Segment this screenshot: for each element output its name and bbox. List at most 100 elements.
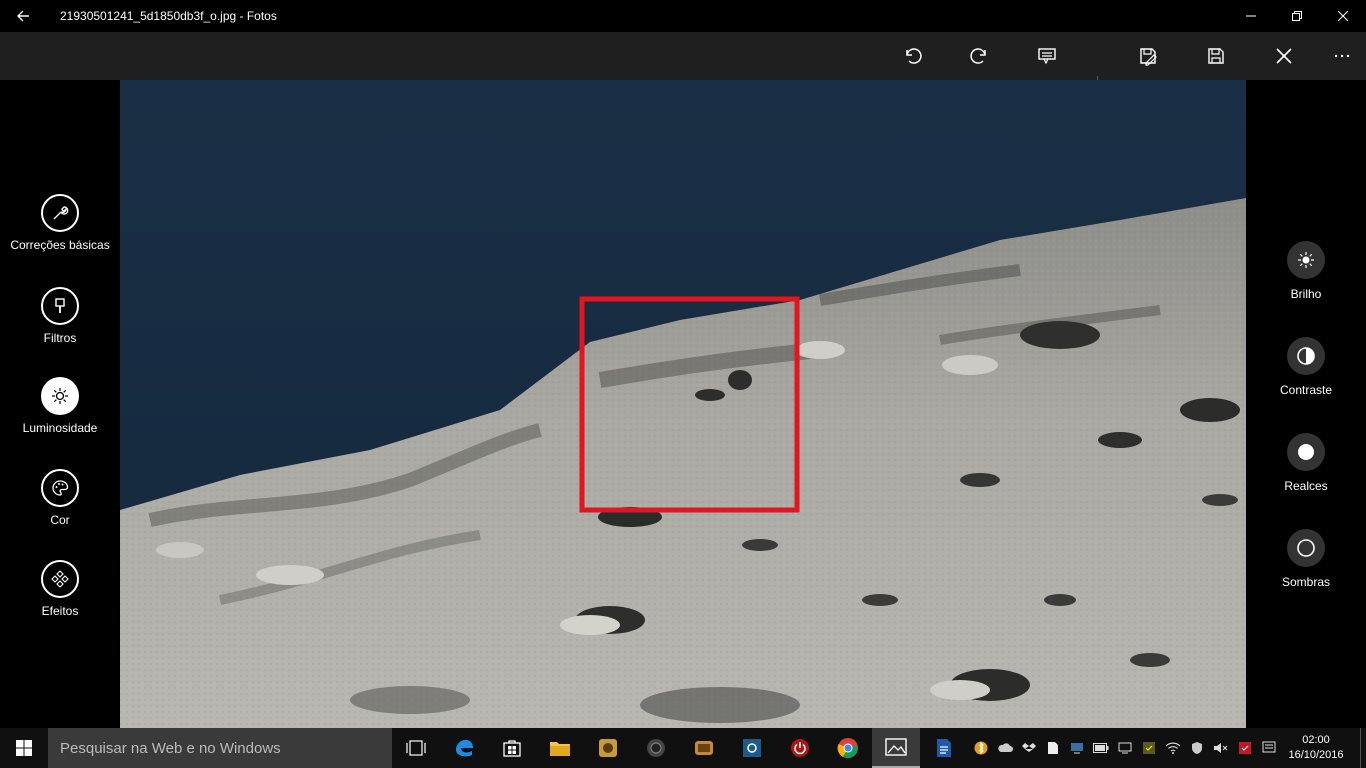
photo-canvas[interactable]: [120, 80, 1246, 728]
redo-button[interactable]: [964, 40, 996, 72]
restore-button[interactable]: [1274, 0, 1320, 32]
undo-button[interactable]: [896, 40, 928, 72]
antivirus-icon: [1239, 742, 1251, 754]
start-button[interactable]: [0, 728, 48, 768]
taskbar-store[interactable]: [488, 728, 536, 768]
document-icon: [937, 739, 951, 757]
search-box[interactable]: Pesquisar na Web e no Windows: [48, 728, 392, 768]
chrome-icon: [837, 738, 858, 759]
tray-bluetooth[interactable]: [970, 728, 992, 768]
tray-app[interactable]: [1138, 728, 1160, 768]
volume-muted-icon: [1214, 743, 1228, 753]
tray-antivirus[interactable]: [1234, 728, 1256, 768]
photos-icon: [885, 738, 907, 756]
tray-security[interactable]: [1186, 728, 1208, 768]
back-button[interactable]: [0, 0, 46, 32]
app-tray-icon: [1143, 742, 1155, 754]
taskbar-app-4[interactable]: [728, 728, 776, 768]
tray-onedrive[interactable]: [994, 728, 1016, 768]
undo-icon: [906, 48, 922, 64]
edge-icon: [456, 739, 473, 757]
taskbar-photos[interactable]: [872, 728, 920, 768]
category-label: Correções básicas: [10, 238, 110, 252]
close-window-button[interactable]: [1320, 0, 1366, 32]
cloud-icon: [998, 743, 1013, 752]
app-icon: [599, 739, 617, 757]
more-button[interactable]: [1326, 40, 1358, 72]
clock-date: 16/10/2016: [1288, 749, 1344, 761]
adjust-label: Sombras: [1281, 575, 1331, 589]
task-view-button[interactable]: [392, 728, 440, 768]
save-copy-icon: [1140, 48, 1157, 66]
power-app-icon: [791, 739, 809, 757]
minimize-icon: [1246, 15, 1256, 17]
task-view-icon: [406, 740, 426, 756]
settings-app-icon: [743, 739, 761, 757]
category-color[interactable]: Cor: [0, 469, 120, 527]
category-label: Efeitos: [41, 604, 79, 618]
edit-toolbar: [0, 32, 1366, 96]
compare-button[interactable]: [1031, 40, 1063, 72]
cancel-button[interactable]: [1268, 40, 1300, 72]
adjust-shadows[interactable]: Sombras: [1246, 529, 1366, 589]
shield-icon: [1192, 742, 1202, 754]
file-icon: [1048, 742, 1058, 754]
category-basic-fixes[interactable]: Correções básicas: [0, 194, 120, 252]
speaker-app-icon: [647, 739, 665, 757]
adjust-brightness[interactable]: Brilho: [1246, 241, 1366, 301]
sun-icon: [41, 377, 79, 415]
taskbar-app-2[interactable]: [632, 728, 680, 768]
taskbar-app-1[interactable]: [584, 728, 632, 768]
save-icon: [1208, 48, 1224, 64]
minimize-button[interactable]: [1228, 0, 1274, 32]
edit-categories-panel: Correções básicas Filtros Luminosidade C…: [0, 80, 120, 728]
light-adjustments-panel: Brilho Contraste Realces Sombras: [1246, 80, 1366, 728]
compare-icon: [1038, 48, 1056, 65]
category-effects[interactable]: Efeitos: [0, 560, 120, 618]
close-icon: [1276, 48, 1292, 64]
taskbar-document[interactable]: [920, 728, 968, 768]
taskbar-app-5[interactable]: [776, 728, 824, 768]
dropbox-icon: [1022, 743, 1036, 752]
category-label: Filtros: [43, 331, 77, 345]
folder-icon: [550, 742, 570, 756]
tray-battery[interactable]: [1090, 728, 1112, 768]
tray-dropbox[interactable]: [1018, 728, 1040, 768]
search-placeholder: Pesquisar na Web e no Windows: [60, 739, 281, 757]
tray-network-app[interactable]: [1066, 728, 1088, 768]
adjust-contrast[interactable]: Contraste: [1246, 337, 1366, 397]
window-title: 21930501241_5d1850db3f_o.jpg - Fotos: [60, 9, 277, 23]
adjust-highlights[interactable]: Realces: [1246, 433, 1366, 493]
more-icon: [1334, 54, 1350, 58]
tray-device[interactable]: [1114, 728, 1136, 768]
save-button[interactable]: [1200, 40, 1232, 72]
save-copy-button[interactable]: [1132, 40, 1164, 72]
taskbar-chrome[interactable]: [824, 728, 872, 768]
taskbar-edge[interactable]: [440, 728, 488, 768]
window-controls: [1228, 0, 1366, 32]
wrench-icon: [41, 194, 79, 232]
highlights-icon: [1287, 433, 1325, 471]
category-light[interactable]: Luminosidade: [0, 377, 120, 435]
taskbar-file-explorer[interactable]: [536, 728, 584, 768]
system-clock[interactable]: 02:00 16/10/2016: [1286, 728, 1346, 768]
contrast-icon: [1287, 337, 1325, 375]
monitor-icon: [1118, 742, 1132, 754]
tray-notifications[interactable]: [1258, 728, 1280, 768]
taskbar: Pesquisar na Web e no Windows 02:00 16/1…: [0, 728, 1366, 768]
taskbar-app-3[interactable]: [680, 728, 728, 768]
tray-file[interactable]: [1042, 728, 1064, 768]
adjust-label: Contraste: [1279, 383, 1333, 397]
network-app-icon: [1071, 743, 1083, 754]
tray-volume[interactable]: [1210, 728, 1232, 768]
category-filters[interactable]: Filtros: [0, 287, 120, 345]
shadows-icon: [1287, 529, 1325, 567]
show-desktop-button[interactable]: [1360, 728, 1366, 768]
brightness-icon: [1287, 241, 1325, 279]
palette-icon: [41, 469, 79, 507]
category-label: Luminosidade: [22, 421, 98, 435]
tray-wifi[interactable]: [1162, 728, 1184, 768]
effects-icon: [41, 560, 79, 598]
adjust-label: Brilho: [1290, 287, 1322, 301]
action-center-icon: [1262, 741, 1276, 753]
